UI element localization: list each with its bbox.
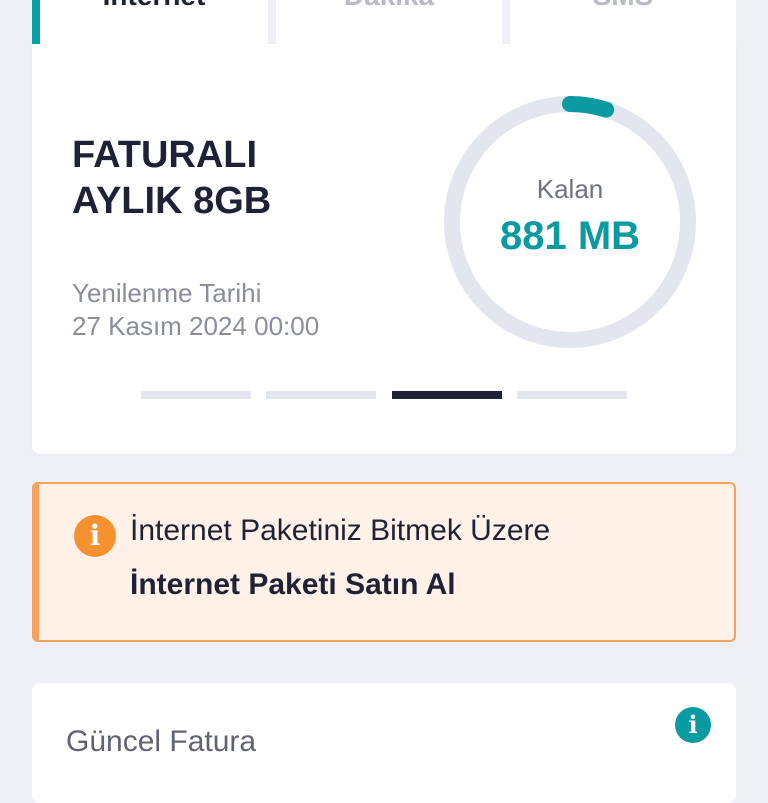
info-icon: i	[74, 515, 116, 557]
remaining-value: 881 MB	[499, 214, 641, 258]
current-bill-title: Güncel Fatura	[66, 725, 257, 758]
package-card[interactable]: FATURALI AYLIK 8GB Yenilenme Tarihi 27 K…	[32, 44, 736, 454]
usage-tabs: İnternet Dakika SMS	[32, 0, 736, 44]
tab-sms-label: SMS	[510, 0, 736, 12]
renewal-label: Yenilenme Tarihi	[72, 278, 262, 308]
pager-dot[interactable]	[266, 391, 377, 399]
tab-internet[interactable]: İnternet	[32, 0, 268, 44]
package-name: FATURALI AYLIK 8GB	[72, 132, 372, 224]
tab-minutes[interactable]: Dakika	[276, 0, 502, 44]
remaining-label: Kalan	[536, 174, 604, 204]
alert-title: İnternet Paketiniz Bitmek Üzere	[130, 514, 551, 547]
package-ending-alert[interactable]: i İnternet Paketiniz Bitmek Üzere İntern…	[32, 482, 736, 642]
pager-dot[interactable]	[516, 391, 627, 399]
carousel-pager	[141, 391, 627, 399]
package-name-line2: AYLIK 8GB	[72, 180, 272, 222]
tab-minutes-label: Dakika	[276, 0, 502, 12]
pager-dot[interactable]	[141, 391, 251, 399]
package-name-line1: FATURALI	[72, 134, 258, 176]
buy-internet-package-link[interactable]: İnternet Paketi Satın Al	[130, 568, 456, 602]
info-icon[interactable]: i	[675, 707, 711, 743]
renewal-date: 27 Kasım 2024 00:00	[72, 311, 320, 341]
tab-internet-label: İnternet	[40, 0, 268, 12]
pager-dot[interactable]	[391, 391, 502, 399]
current-bill-card[interactable]: Güncel Fatura i	[32, 683, 736, 803]
tab-sms[interactable]: SMS	[510, 0, 736, 44]
